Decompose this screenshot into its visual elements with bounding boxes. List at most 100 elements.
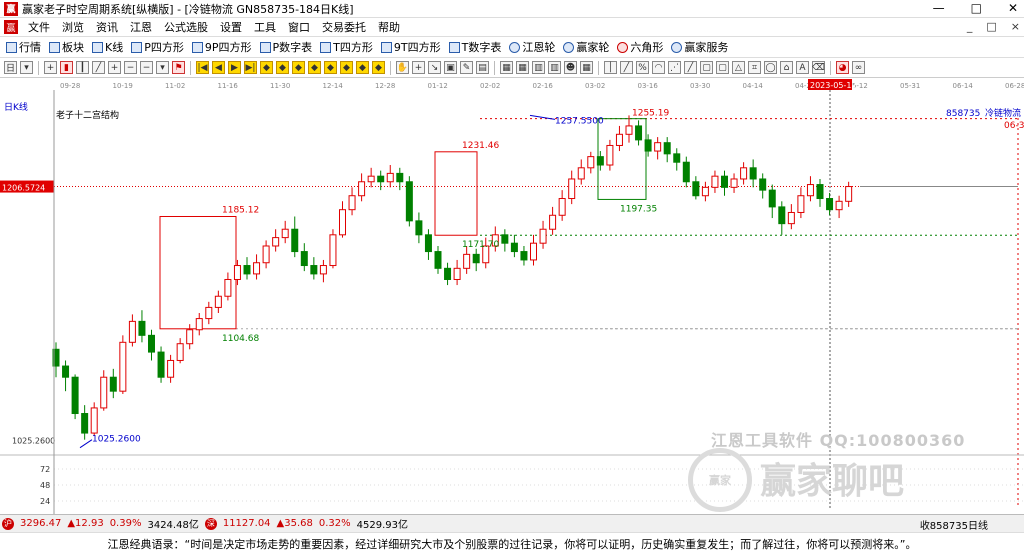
menu-item[interactable]: 文件 [22,19,56,35]
menu-item[interactable]: 浏览 [56,19,90,35]
box-icon[interactable]: ▢ [716,61,729,74]
menu-item[interactable]: 设置 [214,19,248,35]
candle-body [549,214,557,230]
candle-body [510,242,518,253]
diamond-icon[interactable]: ◆ [324,61,337,74]
mdi-minimize-icon[interactable]: _ [967,20,973,33]
gift-icon[interactable]: ▣ [444,61,457,74]
flag-icon[interactable]: ⚑ [172,61,185,74]
candle-body [186,329,194,345]
zoom-in-icon[interactable]: + [108,61,121,74]
diamond-icon[interactable]: ◆ [356,61,369,74]
minimize-icon[interactable]: — [933,1,945,15]
toolbar-button-0[interactable]: 行情 [4,39,43,55]
link-icon[interactable]: ∞ [852,61,865,74]
toolbar-button-3[interactable]: P四方形 [129,39,186,55]
toolbar-button-2[interactable]: K线 [90,39,125,55]
text-icon[interactable]: A [796,61,809,74]
trend-icon[interactable]: ╱ [620,61,633,74]
candle-body [291,228,299,253]
erase-icon[interactable]: ⌫ [812,61,825,74]
toolbar-button-9[interactable]: 江恩轮 [507,39,557,55]
candle-body [635,125,643,141]
diamond-icon[interactable]: ◆ [260,61,273,74]
menu-item[interactable]: 帮助 [372,19,406,35]
toolbar-button-5[interactable]: P数字表 [258,39,315,55]
candle-body [167,359,175,378]
dropdown-icon[interactable]: ▾ [156,61,169,74]
candle-body [300,251,308,267]
diamond-icon[interactable]: ◆ [276,61,289,74]
toolbar-button-11[interactable]: 六角形 [615,39,665,55]
panel-icon[interactable]: ▥ [532,61,545,74]
grid-icon[interactable]: ▦ [500,61,513,74]
kline-type-icon[interactable]: 日 [4,61,17,74]
toolbar-button-10[interactable]: 赢家轮 [561,39,611,55]
right-corner-label: 06-3 [1004,121,1024,131]
arrow-icon[interactable]: ↘ [428,61,441,74]
percent-icon[interactable]: % [636,61,649,74]
gann-icon[interactable]: ⌗ [748,61,761,74]
candle-body [100,376,108,409]
diamond-icon[interactable]: ◆ [308,61,321,74]
menu-bar: 赢 _ □ × 文件 浏览 资讯 江恩 公式选股 设置 工具 窗口 交易委托 帮助 [0,18,1024,37]
candle-body [806,184,814,197]
pen-icon[interactable]: ✎ [460,61,473,74]
candle-body [214,295,222,308]
close-icon[interactable]: ✕ [1008,1,1018,15]
menu-item[interactable]: 工具 [248,19,282,35]
ellipse-icon[interactable]: ◯ [764,61,777,74]
sz-index-value: 11127.04 [222,518,271,529]
menu-item[interactable]: 窗口 [282,19,316,35]
low-annotation: 1025.2600 [92,435,141,445]
menu-item[interactable]: 公式选股 [158,19,214,35]
minus-icon[interactable]: − [140,61,153,74]
candle-body [272,237,280,247]
toolbar-button-1[interactable]: 板块 [47,39,86,55]
menu-item[interactable]: 资讯 [90,19,124,35]
app-icon: 赢 [4,1,18,16]
date-tick-label: 03-16 [638,82,659,90]
diamond-icon[interactable]: ◆ [292,61,305,74]
last-icon[interactable]: ▶| [244,61,257,74]
mdi-close-icon[interactable]: × [1011,20,1020,33]
vline-icon[interactable]: │ [604,61,617,74]
cross-icon[interactable]: + [412,61,425,74]
triangle-icon[interactable]: △ [732,61,745,74]
lock-icon[interactable]: ▤ [476,61,489,74]
panel2-icon[interactable]: ▥ [548,61,561,74]
winner-wheel-icon [563,41,575,53]
toolbar-button-7[interactable]: 9T四方形 [379,39,443,55]
maximize-icon[interactable]: □ [971,1,982,15]
zoom-out-icon[interactable]: − [124,61,137,74]
first-icon[interactable]: |◀ [196,61,209,74]
channel-icon[interactable]: ╱ [684,61,697,74]
line-icon[interactable]: ╱ [92,61,105,74]
diamond-icon[interactable]: ◆ [372,61,385,74]
mdi-restore-icon[interactable]: □ [986,20,996,33]
toolbar-button-8[interactable]: T数字表 [447,39,504,55]
candle-icon[interactable]: ▮ [60,61,73,74]
toolbar-button-12[interactable]: 赢家服务 [669,39,730,55]
square-icon[interactable]: ▢ [700,61,713,74]
diamond-icon[interactable]: ◆ [340,61,353,74]
menu-item[interactable]: 交易委托 [316,19,372,35]
calendar-icon[interactable]: ▦ [516,61,529,74]
people-icon[interactable]: ☻ [564,61,577,74]
separator [190,60,191,75]
toolbar-button-label: 六角形 [630,41,664,54]
toolbar-button-6[interactable]: T四方形 [318,39,375,55]
fan-icon[interactable]: ⋰ [668,61,681,74]
crosshair-icon[interactable]: + [44,61,57,74]
hat-icon[interactable]: ⌂ [780,61,793,74]
arc-icon[interactable]: ◠ [652,61,665,74]
prev-icon[interactable]: ◀ [212,61,225,74]
toolbar-button-4[interactable]: 9P四方形 [190,39,254,55]
color-wheel-icon[interactable]: ◕ [836,61,849,74]
next-icon[interactable]: ▶ [228,61,241,74]
bar-icon[interactable]: ┃ [76,61,89,74]
hand-icon[interactable]: ✋ [396,61,409,74]
menu-item[interactable]: 江恩 [124,19,158,35]
dropdown-icon[interactable]: ▾ [20,61,33,74]
table-icon[interactable]: ▦ [580,61,593,74]
